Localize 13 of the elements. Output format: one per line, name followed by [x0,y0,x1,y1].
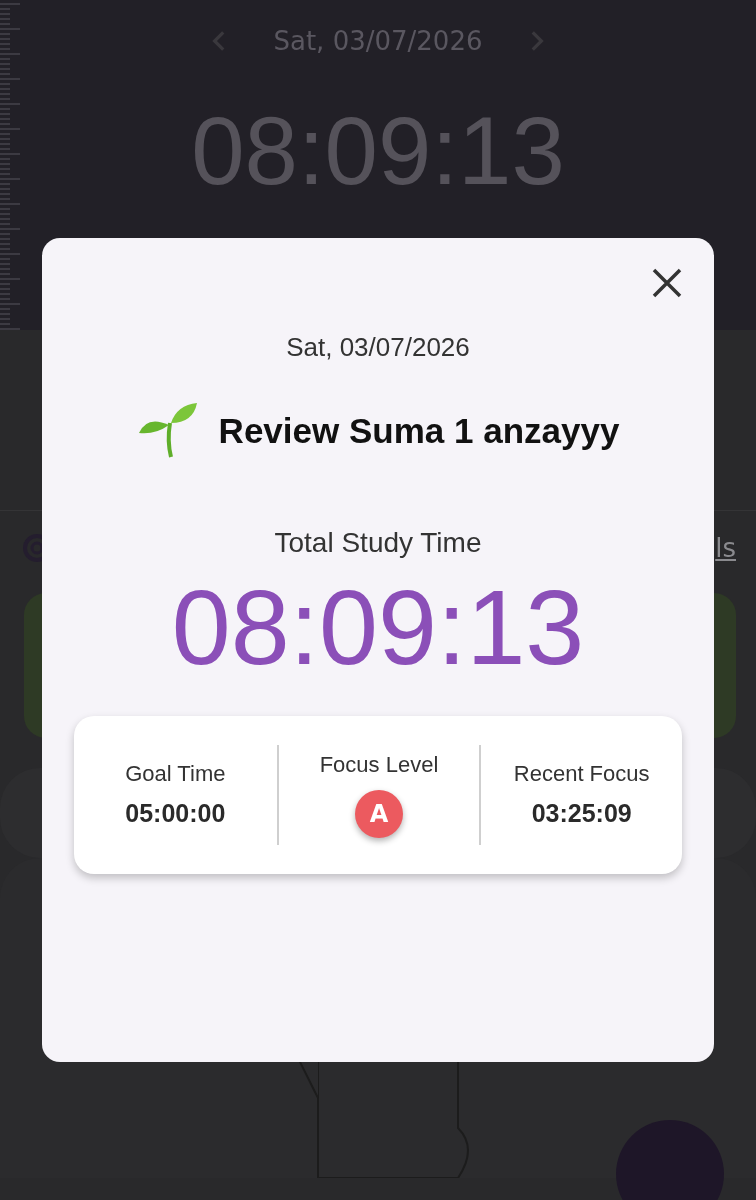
grade-badge: A [355,789,403,838]
stat-label: Goal Time [125,761,226,788]
stat-label: Focus Level [319,751,439,778]
subject-title: Review Suma 1 anzayyy [218,411,620,451]
total-label: Total Study Time [274,527,482,559]
dialog-date: Sat, 03/07/2026 [286,332,470,363]
stat-value: 05:00:00 [125,799,226,829]
details-link[interactable]: ls [715,533,736,563]
stat-value: 03:25:09 [531,799,632,829]
stat-label: Recent Focus [513,761,650,788]
total-time: 08:09:13 [171,569,585,686]
seedling-icon [136,403,199,459]
date-label: Sat, 03/07/2026 [273,26,483,56]
